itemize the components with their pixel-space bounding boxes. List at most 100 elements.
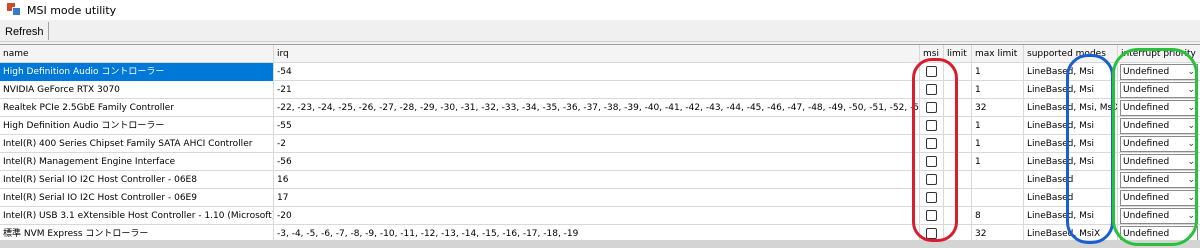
cell-msi: [920, 99, 944, 117]
chevron-down-icon: ⌄: [1187, 211, 1195, 221]
priority-dropdown[interactable]: Undefined ⌄: [1120, 154, 1198, 170]
table-row[interactable]: High Definition Audio コントローラー -55 1 Line…: [0, 117, 1200, 135]
cell-irq[interactable]: -20: [274, 207, 920, 225]
msi-checkbox[interactable]: [926, 120, 937, 131]
priority-dropdown[interactable]: Undefined ⌄: [1120, 82, 1198, 98]
cell-interrupt-priority: Undefined ⌄: [1118, 171, 1200, 189]
priority-dropdown[interactable]: Undefined ⌄: [1120, 172, 1198, 188]
table-row[interactable]: High Definition Audio コントローラー -54 1 Line…: [0, 63, 1200, 81]
cell-supported-modes: LineBased, Msi: [1024, 135, 1118, 153]
app-icon: [7, 3, 21, 17]
cell-limit[interactable]: [944, 81, 972, 99]
cell-supported-modes: LineBased, Msi: [1024, 81, 1118, 99]
cell-limit[interactable]: [944, 117, 972, 135]
column-header-irq[interactable]: irq: [274, 45, 920, 63]
msi-checkbox[interactable]: [926, 138, 937, 149]
cell-irq[interactable]: -54: [274, 63, 920, 81]
cell-irq[interactable]: 17: [274, 189, 920, 207]
priority-dropdown[interactable]: Undefined ⌄: [1120, 208, 1198, 224]
cell-interrupt-priority: Undefined ⌄: [1118, 63, 1200, 81]
column-header-name[interactable]: name: [0, 45, 274, 63]
cell-irq[interactable]: -2: [274, 135, 920, 153]
cell-name[interactable]: Intel(R) Management Engine Interface: [0, 153, 274, 171]
msi-checkbox[interactable]: [926, 192, 937, 203]
cell-msi: [920, 171, 944, 189]
cell-limit[interactable]: [944, 63, 972, 81]
msi-checkbox[interactable]: [926, 174, 937, 185]
column-header-msi[interactable]: msi: [920, 45, 944, 63]
cell-name[interactable]: Intel(R) Serial IO I2C Host Controller -…: [0, 189, 274, 207]
msi-checkbox[interactable]: [926, 228, 937, 239]
toolbar: Refresh: [0, 20, 1200, 42]
cell-name[interactable]: NVIDIA GeForce RTX 3070: [0, 81, 274, 99]
msi-checkbox[interactable]: [926, 210, 937, 221]
cell-irq[interactable]: -21: [274, 81, 920, 99]
cell-msi: [920, 63, 944, 81]
msi-checkbox[interactable]: [926, 102, 937, 113]
chevron-down-icon: ⌄: [1187, 139, 1195, 149]
chevron-down-icon: ⌄: [1187, 157, 1195, 167]
table-row[interactable]: NVIDIA GeForce RTX 3070 -21 1 LineBased,…: [0, 81, 1200, 99]
chevron-down-icon: ⌄: [1187, 175, 1195, 185]
table-row[interactable]: Intel(R) Management Engine Interface -56…: [0, 153, 1200, 171]
cell-name[interactable]: Intel(R) Serial IO I2C Host Controller -…: [0, 171, 274, 189]
cell-irq[interactable]: -22, -23, -24, -25, -26, -27, -28, -29, …: [274, 99, 920, 117]
cell-max-limit: 1: [972, 153, 1024, 171]
cell-max-limit: 1: [972, 81, 1024, 99]
cell-name[interactable]: Intel(R) USB 3.1 eXtensible Host Control…: [0, 207, 274, 225]
cell-name[interactable]: Realtek PCIe 2.5GbE Family Controller: [0, 99, 274, 117]
table-row[interactable]: Intel(R) USB 3.1 eXtensible Host Control…: [0, 207, 1200, 225]
header-row: name irq msi limit max limit supported m…: [0, 45, 1200, 63]
priority-dropdown[interactable]: Undefined ⌄: [1120, 118, 1198, 134]
cell-msi: [920, 207, 944, 225]
priority-dropdown[interactable]: Undefined ⌄: [1120, 64, 1198, 80]
column-header-limit[interactable]: limit: [944, 45, 972, 63]
msi-checkbox[interactable]: [926, 66, 937, 77]
cell-max-limit: 1: [972, 63, 1024, 81]
cell-supported-modes: LineBased, Msi: [1024, 63, 1118, 81]
cell-supported-modes: LineBased: [1024, 171, 1118, 189]
cell-limit[interactable]: [944, 189, 972, 207]
priority-dropdown[interactable]: Undefined ⌄: [1120, 136, 1198, 152]
table-row[interactable]: Intel(R) Serial IO I2C Host Controller -…: [0, 189, 1200, 207]
horizontal-scroll-area[interactable]: [0, 240, 1200, 248]
cell-limit[interactable]: [944, 99, 972, 117]
table-row[interactable]: Intel(R) 400 Series Chipset Family SATA …: [0, 135, 1200, 153]
table-row[interactable]: Intel(R) Serial IO I2C Host Controller -…: [0, 171, 1200, 189]
chevron-down-icon: ⌄: [1187, 193, 1195, 203]
cell-name[interactable]: Intel(R) 400 Series Chipset Family SATA …: [0, 135, 274, 153]
cell-supported-modes: LineBased, Msi: [1024, 117, 1118, 135]
cell-name[interactable]: High Definition Audio コントローラー: [0, 117, 274, 135]
chevron-down-icon: ⌄: [1187, 103, 1195, 113]
cell-msi: [920, 189, 944, 207]
cell-interrupt-priority: Undefined ⌄: [1118, 189, 1200, 207]
window-title: MSI mode utility: [27, 3, 117, 17]
cell-supported-modes: LineBased, Msi, MsiX: [1024, 99, 1118, 117]
cell-max-limit: 1: [972, 117, 1024, 135]
table-row[interactable]: Realtek PCIe 2.5GbE Family Controller -2…: [0, 99, 1200, 117]
toolbar-separator: [48, 22, 49, 40]
cell-irq[interactable]: -55: [274, 117, 920, 135]
cell-supported-modes: LineBased, Msi: [1024, 207, 1118, 225]
cell-max-limit: [972, 189, 1024, 207]
column-header-supported-modes[interactable]: supported modes: [1024, 45, 1118, 63]
cell-msi: [920, 117, 944, 135]
cell-limit[interactable]: [944, 207, 972, 225]
msi-checkbox[interactable]: [926, 84, 937, 95]
cell-name[interactable]: High Definition Audio コントローラー: [0, 63, 274, 81]
cell-limit[interactable]: [944, 153, 972, 171]
cell-max-limit: 8: [972, 207, 1024, 225]
cell-irq[interactable]: 16: [274, 171, 920, 189]
cell-limit[interactable]: [944, 135, 972, 153]
cell-irq[interactable]: -56: [274, 153, 920, 171]
cell-limit[interactable]: [944, 171, 972, 189]
column-header-max-limit[interactable]: max limit: [972, 45, 1024, 63]
cell-interrupt-priority: Undefined ⌄: [1118, 207, 1200, 225]
column-header-interrupt-priority[interactable]: interrupt priority: [1118, 45, 1200, 63]
priority-dropdown[interactable]: Undefined ⌄: [1120, 190, 1198, 206]
cell-max-limit: 32: [972, 99, 1024, 117]
cell-supported-modes: LineBased: [1024, 189, 1118, 207]
priority-dropdown[interactable]: Undefined ⌄: [1120, 100, 1198, 116]
msi-checkbox[interactable]: [926, 156, 937, 167]
refresh-button[interactable]: Refresh: [3, 23, 46, 40]
